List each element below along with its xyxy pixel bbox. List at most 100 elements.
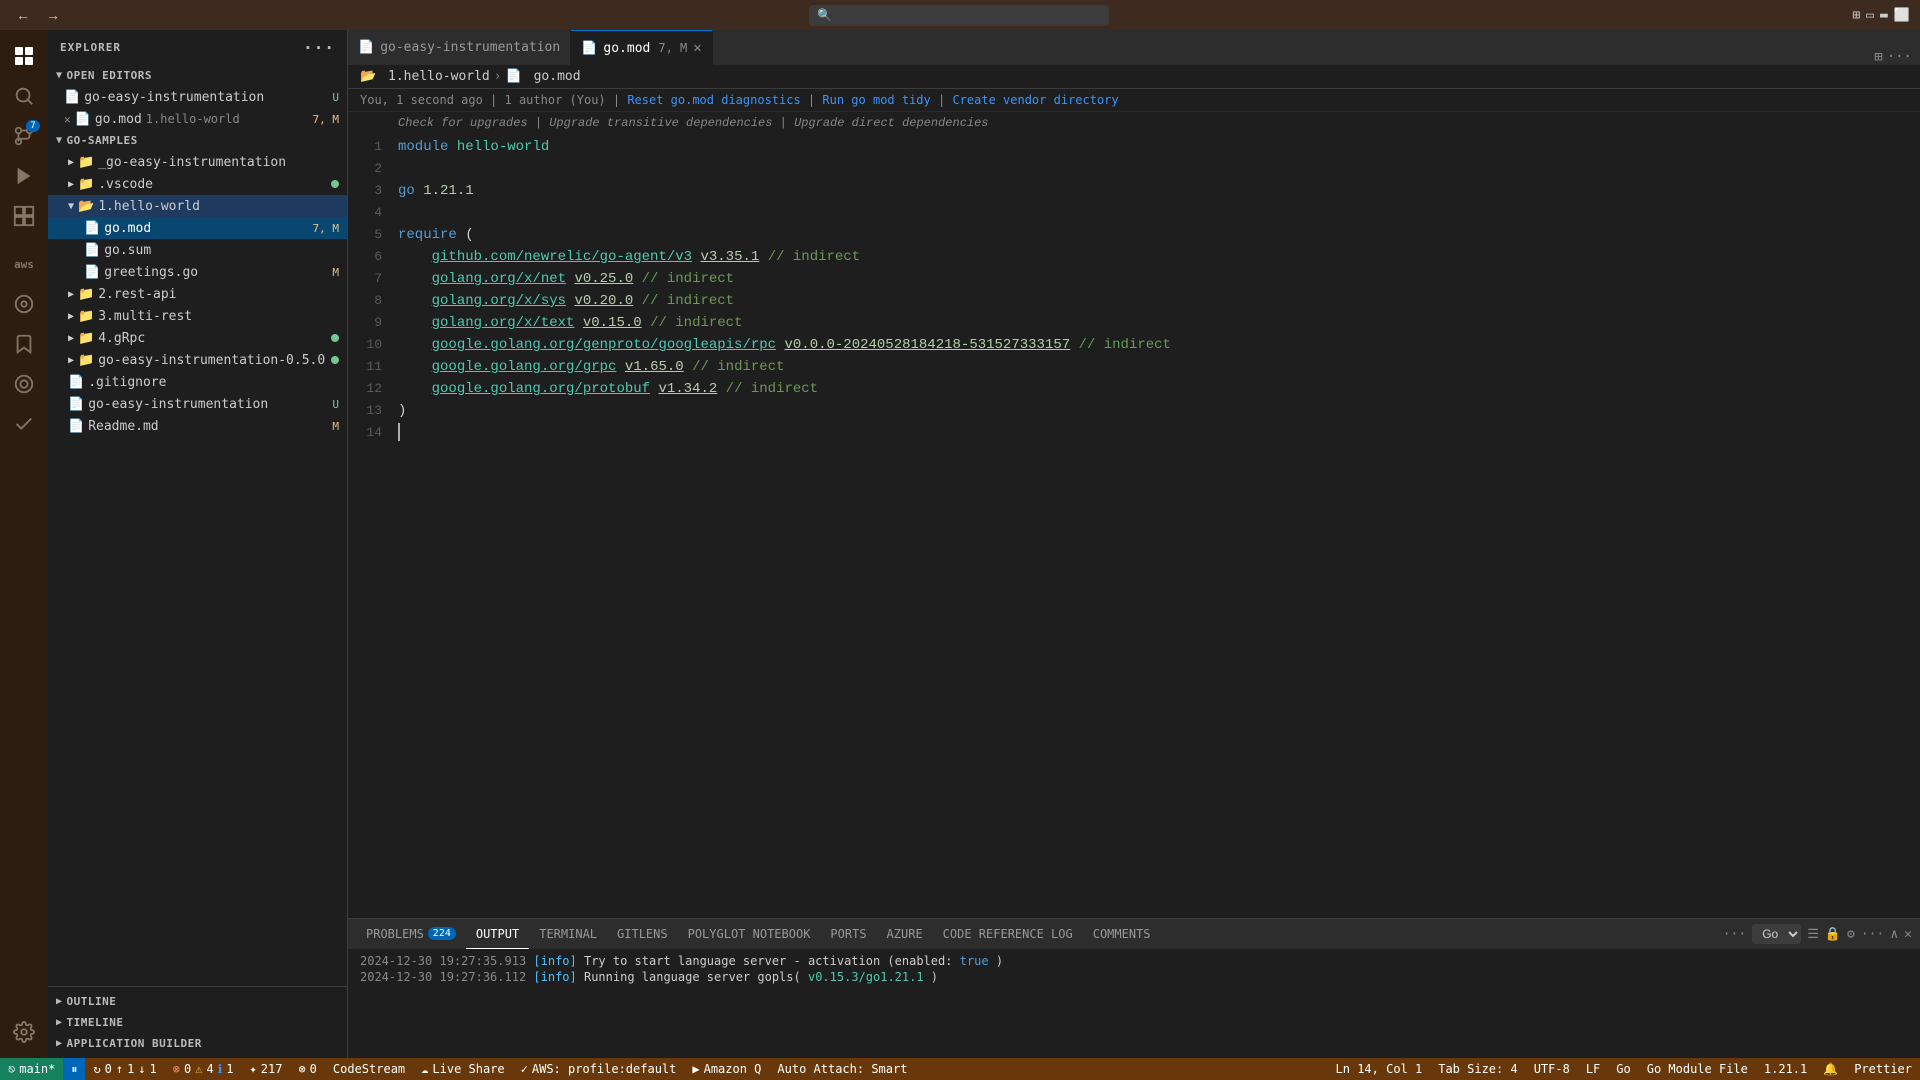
reset-diagnostics-link[interactable]: Reset go.mod diagnostics (627, 93, 800, 107)
tree-item-go-easy-instrumentation-folder[interactable]: ▶ 📁 _go-easy-instrumentation (48, 151, 347, 173)
search-input[interactable]: go-samples (809, 5, 1109, 26)
timeline-section[interactable]: ▶ TIMELINE (48, 1012, 347, 1033)
activity-source-control[interactable]: 7 (6, 118, 42, 154)
activity-bookmarks[interactable] (6, 326, 42, 362)
panel-tab-output[interactable]: OUTPUT (466, 919, 529, 949)
activity-live-share[interactable] (6, 366, 42, 402)
activity-settings[interactable] (6, 1014, 42, 1050)
activity-explorer[interactable] (6, 38, 42, 74)
panel-tab-terminal[interactable]: TERMINAL (529, 919, 607, 949)
vscode-chevron: ▶ (68, 179, 74, 190)
status-go-module-file[interactable]: Go Module File (1639, 1058, 1756, 1080)
more-actions-icon[interactable]: ··· (1887, 49, 1912, 65)
layout-icon[interactable]: ⊞ (1852, 8, 1860, 23)
panel-tab-code-ref[interactable]: CODE REFERENCE LOG (933, 919, 1083, 949)
tree-item-readme[interactable]: 📄 Readme.md M (48, 415, 347, 437)
panel-tab-comments[interactable]: COMMENTS (1083, 919, 1161, 949)
tab-go-mod[interactable]: 📄 go.mod 7, M ✕ (571, 30, 713, 65)
status-pause[interactable]: ⏸ (63, 1058, 85, 1080)
tree-item-go-mod[interactable]: 📄 go.mod 7, M (48, 217, 347, 239)
folder-icon-go-easy-05: 📁 (78, 353, 94, 368)
status-warnings[interactable]: ⊗ 0 ⚠ 4 ℹ 1 (165, 1058, 242, 1080)
status-branch[interactable]: ⎋ main* (0, 1058, 63, 1080)
status-go-version[interactable]: 1.21.1 (1756, 1058, 1815, 1080)
app-builder-section[interactable]: ▶ APPLICATION BUILDER (48, 1033, 347, 1054)
back-button[interactable]: ← (10, 5, 36, 25)
status-encoding[interactable]: UTF-8 (1526, 1058, 1578, 1080)
status-sync[interactable]: ↻ 0 ↑ 1 ↓ 1 (85, 1058, 164, 1080)
terminal-label: TERMINAL (539, 927, 597, 941)
code-line-13: 13 ) (348, 400, 1920, 422)
sidebar-menu-icon[interactable]: ··· (303, 38, 335, 57)
status-errors-zero[interactable]: ⊗ 0 (290, 1058, 324, 1080)
breadcrumb-file[interactable]: 📄 go.mod (506, 69, 581, 84)
open-editor-go-easy[interactable]: 📄 go-easy-instrumentation U (48, 86, 347, 108)
tree-item-go-sum[interactable]: 📄 go.sum (48, 239, 347, 261)
status-eol[interactable]: LF (1578, 1058, 1608, 1080)
code-editor[interactable]: Check for upgrades | Upgrade transitive … (348, 112, 1920, 918)
activity-run[interactable] (6, 158, 42, 194)
status-codestream[interactable]: CodeStream (325, 1058, 413, 1080)
forward-button[interactable]: → (40, 5, 66, 25)
create-vendor-link[interactable]: Create vendor directory (952, 93, 1118, 107)
status-prettier[interactable]: Prettier (1846, 1058, 1920, 1080)
line-content-14 (398, 422, 400, 444)
status-lang[interactable]: Go (1608, 1058, 1638, 1080)
panel-collapse-icon[interactable]: ∧ (1890, 927, 1898, 942)
code-line-10: 10 google.golang.org/genproto/googleapis… (348, 334, 1920, 356)
activity-extensions[interactable] (6, 198, 42, 234)
status-ln-col[interactable]: Ln 14, Col 1 (1328, 1058, 1431, 1080)
panel-tab-problems[interactable]: PROBLEMS 224 (356, 919, 466, 949)
file-bc-icon: 📄 (506, 69, 522, 84)
close-go-mod-icon[interactable]: ✕ (64, 113, 71, 126)
open-editors-section[interactable]: ▼ OPEN EDITORS (48, 65, 347, 86)
panel-list-icon[interactable]: ☰ (1807, 927, 1819, 942)
tree-item-vscode[interactable]: ▶ 📁 .vscode (48, 173, 347, 195)
tree-item-rest-api[interactable]: ▶ 📁 2.rest-api (48, 283, 347, 305)
panel-tab-azure[interactable]: AZURE (877, 919, 933, 949)
outline-section[interactable]: ▶ OUTLINE (48, 991, 347, 1012)
panel-tab-gitlens[interactable]: GITLENS (607, 919, 678, 949)
go-samples-section[interactable]: ▼ GO-SAMPLES (48, 130, 347, 151)
status-live-share[interactable]: ☁ Live Share (413, 1058, 512, 1080)
open-editor-go-mod[interactable]: ✕ 📄 go.mod 1.hello-world 7, M (48, 108, 347, 130)
panel-output-dropdown[interactable]: Go (1752, 924, 1801, 944)
status-amazon-q[interactable]: ▶ Amazon Q (684, 1058, 769, 1080)
tree-item-grpc[interactable]: ▶ 📁 4.gRpc (48, 327, 347, 349)
activity-search[interactable] (6, 78, 42, 114)
maximize-icon[interactable]: ⬜ (1894, 8, 1910, 23)
panel-toggle-icon[interactable]: ▬ (1880, 8, 1888, 23)
status-auto-attach[interactable]: Auto Attach: Smart (769, 1058, 915, 1080)
panel-tab-polyglot[interactable]: POLYGLOT NOTEBOOK (678, 919, 821, 949)
tree-item-go-easy-05[interactable]: ▶ 📁 go-easy-instrumentation-0.5.0 (48, 349, 347, 371)
status-notifications[interactable]: 🔔 (1815, 1058, 1846, 1080)
panel-more-icon[interactable]: ··· (1723, 927, 1746, 942)
panel-more2-icon[interactable]: ··· (1861, 927, 1884, 942)
code-line-3: 3 go 1.21.1 (348, 180, 1920, 202)
tree-item-hello-world[interactable]: ▼ 📂 1.hello-world (48, 195, 347, 217)
tree-item-go-easy-root[interactable]: 📄 go-easy-instrumentation U (48, 393, 347, 415)
status-items-count[interactable]: ✦ 217 (242, 1058, 291, 1080)
activity-remote[interactable] (6, 286, 42, 322)
tree-item-multi-rest[interactable]: ▶ 📁 3.multi-rest (48, 305, 347, 327)
tree-item-gitignore[interactable]: 📄 .gitignore (48, 371, 347, 393)
run-go-mod-tidy-link[interactable]: Run go mod tidy (822, 93, 930, 107)
tab-go-easy-instrumentation[interactable]: 📄 go-easy-instrumentation (348, 30, 571, 65)
line-num-6: 6 (348, 246, 398, 268)
split-editor-icon[interactable]: ⊞ (1874, 49, 1882, 65)
grpc-dot (331, 334, 339, 342)
status-aws-profile[interactable]: ✓ AWS: profile:default (513, 1058, 685, 1080)
tree-item-greetings[interactable]: 📄 greetings.go M (48, 261, 347, 283)
panel-settings-icon[interactable]: ⚙ (1847, 927, 1855, 942)
status-tab-size[interactable]: Tab Size: 4 (1430, 1058, 1525, 1080)
go-samples-chevron: ▼ (56, 135, 63, 146)
activity-aws[interactable]: aws (6, 246, 42, 282)
panel-tab-ports[interactable]: PORTS (820, 919, 876, 949)
sidebar-toggle-icon[interactable]: ▭ (1866, 8, 1874, 23)
tab-close-go-mod[interactable]: ✕ (693, 40, 701, 56)
activity-check[interactable] (6, 406, 42, 442)
breadcrumb-folder[interactable]: 📂 1.hello-world (360, 69, 490, 84)
panel-lock-icon[interactable]: 🔒 (1825, 927, 1841, 942)
panel-close-icon[interactable]: ✕ (1904, 927, 1912, 942)
error0-icon: ⊗ (298, 1062, 305, 1076)
